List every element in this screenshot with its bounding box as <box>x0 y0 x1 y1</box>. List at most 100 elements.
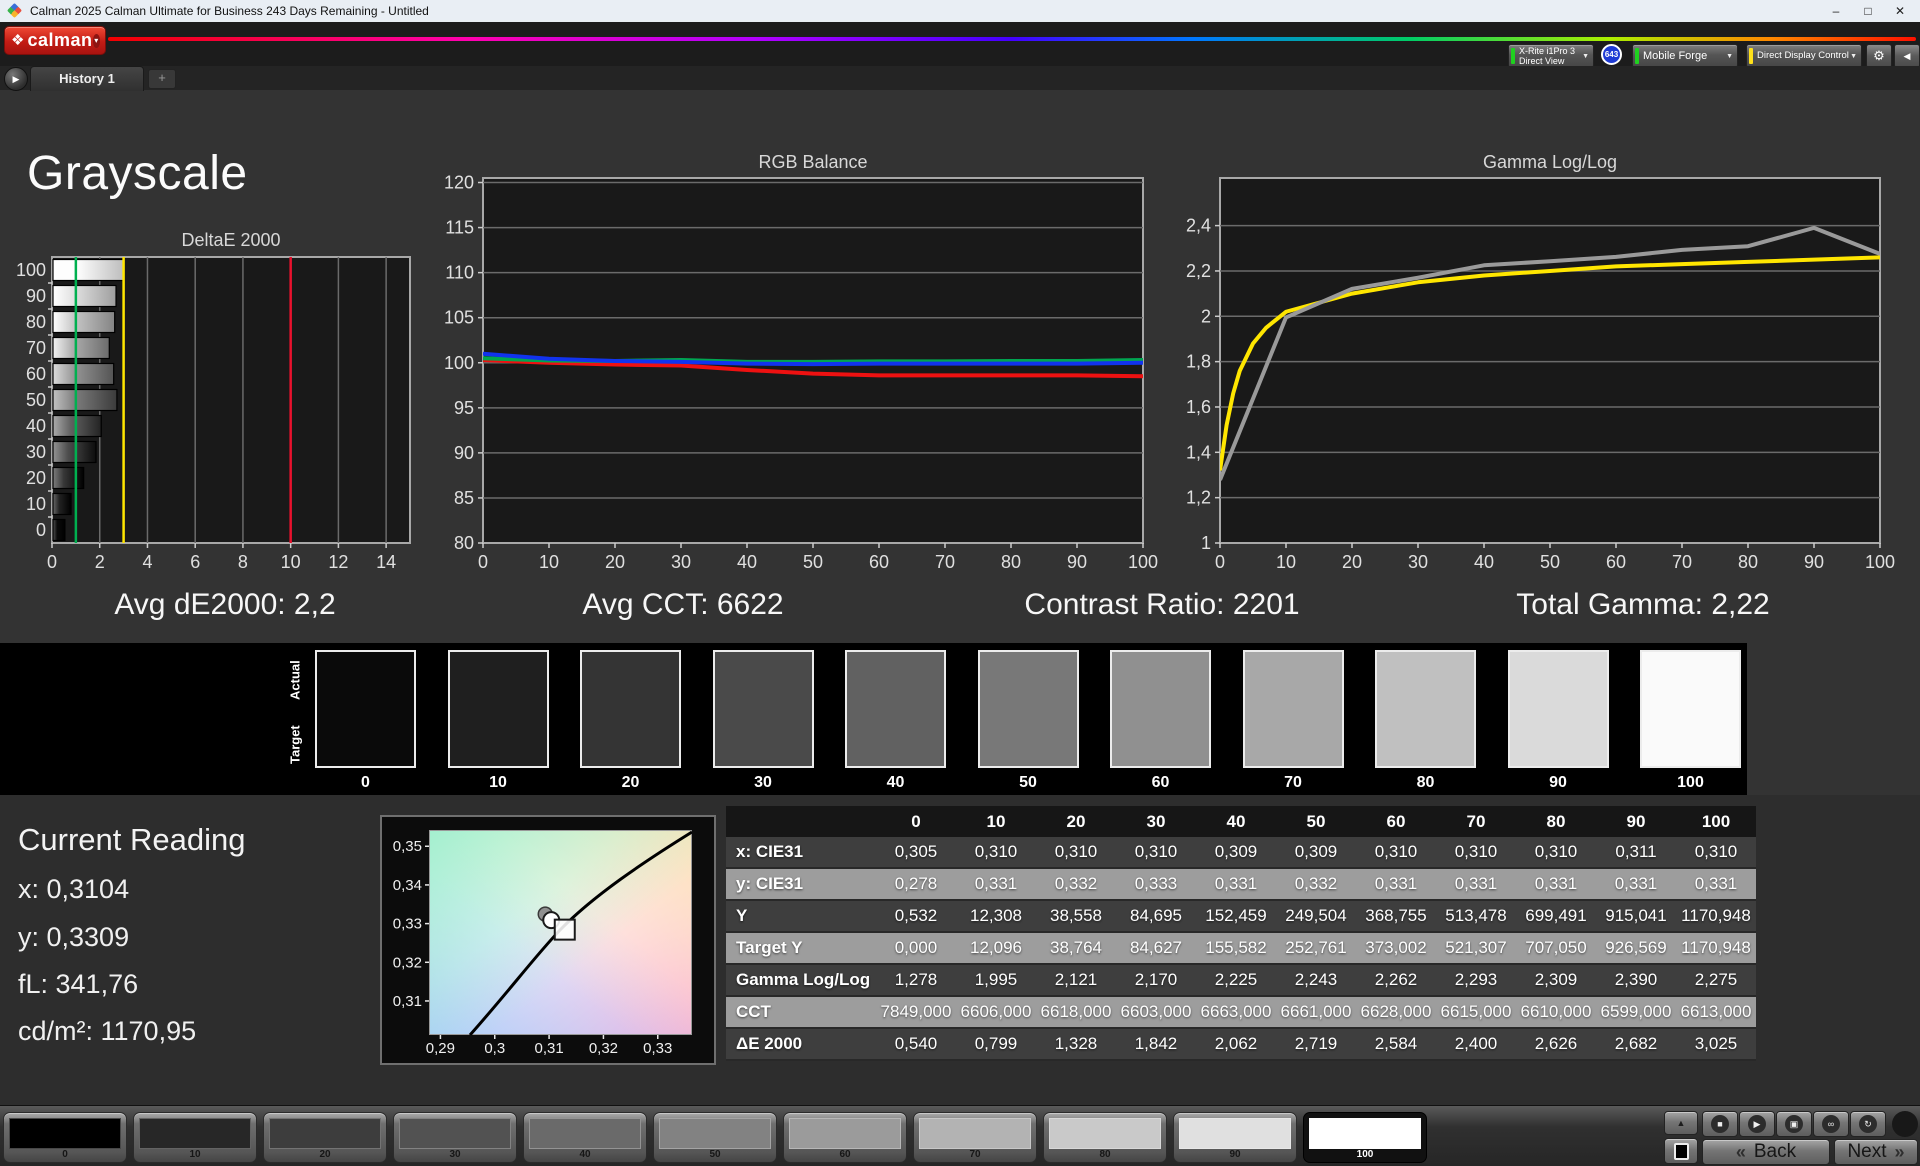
svg-text:95: 95 <box>454 398 474 418</box>
table-header-cell: 60 <box>1356 806 1436 837</box>
table-cell: 0,799 <box>956 1028 1036 1060</box>
minimize-icon[interactable]: – <box>1822 0 1850 22</box>
calman-diamond-icon: ❖ <box>11 28 24 53</box>
swatch-level-label: 100 <box>1638 774 1743 792</box>
table-row: ΔE 20000,5400,7991,3281,8422,0622,7192,5… <box>726 1028 1756 1060</box>
pattern-patch-button-0[interactable]: 0 <box>3 1112 127 1163</box>
svg-text:50: 50 <box>1540 552 1560 572</box>
svg-text:2: 2 <box>1201 306 1211 326</box>
bar-end-cap <box>1892 1111 1918 1137</box>
pattern-options-up-button[interactable]: ▲ <box>1664 1111 1698 1135</box>
settings-button[interactable]: ⚙ <box>1866 44 1892 68</box>
table-cell: 1170,948 <box>1676 932 1756 964</box>
grayscale-swatch-10 <box>448 650 549 768</box>
pattern-patch-button-100[interactable]: 100 <box>1303 1112 1427 1163</box>
table-cell: 0,310 <box>1356 837 1436 868</box>
pattern-patch-button-70[interactable]: 70 <box>913 1112 1037 1163</box>
display-control-select[interactable]: Direct Display Control ▼ <box>1746 44 1862 68</box>
deltae-bar-20 <box>53 468 84 489</box>
table-cell: 6599,000 <box>1596 996 1676 1028</box>
meter-select[interactable]: X-Rite i1Pro 3 Direct View ▼ <box>1508 44 1594 68</box>
calman-app-window: Calman 2025 Calman Ultimate for Business… <box>0 0 1920 1166</box>
grayscale-results-table: 0102030405060708090100x: CIE310,3050,310… <box>726 806 1756 1061</box>
stop-measure-button[interactable]: ■ <box>1702 1111 1738 1137</box>
table-cell: 0,331 <box>956 868 1036 900</box>
table-cell: 0,310 <box>1436 837 1516 868</box>
table-cell: 0,331 <box>1596 868 1676 900</box>
table-row-label: y: CIE31 <box>726 868 876 900</box>
close-icon[interactable]: ✕ <box>1886 0 1914 22</box>
swatch-level-label: 0 <box>313 774 418 792</box>
add-tab-button[interactable]: + <box>148 69 176 89</box>
patch-level-label: 70 <box>914 1149 1036 1160</box>
next-button[interactable]: Next » <box>1834 1139 1918 1165</box>
table-cell: 1,328 <box>1036 1028 1116 1060</box>
table-row-label: CCT <box>726 996 876 1028</box>
refresh-read-button[interactable]: ↻ <box>1850 1111 1886 1137</box>
svg-text:85: 85 <box>454 488 474 508</box>
svg-text:70: 70 <box>26 338 46 358</box>
table-cell: 152,459 <box>1196 900 1276 932</box>
chevron-double-right-icon: » <box>1895 1142 1905 1163</box>
svg-text:20: 20 <box>26 468 46 488</box>
calman-menu-button[interactable]: ❖ calman ▾ <box>4 26 106 55</box>
continuous-read-button[interactable]: ∞ <box>1813 1111 1849 1137</box>
stat-avg-de2000: Avg dE2000: 2,2 <box>25 585 425 625</box>
svg-text:10: 10 <box>539 552 559 572</box>
table-cell: 2,682 <box>1596 1028 1676 1060</box>
grayscale-swatch-100 <box>1640 650 1741 768</box>
table-row: x: CIE310,3050,3100,3100,3100,3090,3090,… <box>726 837 1756 868</box>
current-reading-cdm2: cd/m²: 1170,95 <box>18 1016 196 1047</box>
up-arrow-icon: ▲ <box>1677 1118 1686 1128</box>
pattern-patch-button-50[interactable]: 50 <box>653 1112 777 1163</box>
pattern-patch-button-10[interactable]: 10 <box>133 1112 257 1163</box>
back-button-label: Back <box>1754 1141 1796 1163</box>
pattern-patch-button-80[interactable]: 80 <box>1043 1112 1167 1163</box>
svg-text:0: 0 <box>36 520 46 540</box>
pattern-patch-button-60[interactable]: 60 <box>783 1112 907 1163</box>
svg-text:RGB Balance: RGB Balance <box>758 152 867 172</box>
pattern-patch-button-90[interactable]: 90 <box>1173 1112 1297 1163</box>
read-series-button[interactable]: ▣ <box>1776 1111 1812 1137</box>
table-cell: 0,305 <box>876 837 956 868</box>
table-row-label: Target Y <box>726 932 876 964</box>
display-control-name: Direct Display Control <box>1757 51 1849 61</box>
patch-level-label: 100 <box>1304 1149 1426 1160</box>
svg-text:0,34: 0,34 <box>393 877 422 894</box>
table-cell: 0,310 <box>1676 837 1756 868</box>
maximize-icon[interactable]: □ <box>1854 0 1882 22</box>
pattern-window-toggle-button[interactable] <box>1664 1138 1698 1164</box>
pattern-patch-button-40[interactable]: 40 <box>523 1112 647 1163</box>
pattern-window-icon: ▣ <box>1790 1119 1799 1130</box>
svg-text:90: 90 <box>1804 552 1824 572</box>
current-reading-y: y: 0,3309 <box>18 922 129 953</box>
table-cell: 2,584 <box>1356 1028 1436 1060</box>
back-button[interactable]: « Back <box>1702 1139 1830 1165</box>
pattern-patch-button-30[interactable]: 30 <box>393 1112 517 1163</box>
svg-text:12: 12 <box>328 552 348 572</box>
svg-text:20: 20 <box>1342 552 1362 572</box>
patch-level-label: 50 <box>654 1149 776 1160</box>
table-cell: 513,478 <box>1436 900 1516 932</box>
source-select[interactable]: Mobile Forge ▼ <box>1632 44 1738 68</box>
table-cell: 6615,000 <box>1436 996 1516 1028</box>
tab-history-1[interactable]: History 1 <box>30 66 144 91</box>
table-cell: 0,331 <box>1516 868 1596 900</box>
collapse-panel-button[interactable]: ◀ <box>1894 44 1920 68</box>
grayscale-swatch-40 <box>845 650 946 768</box>
grayscale-swatch-20 <box>580 650 681 768</box>
svg-text:1,6: 1,6 <box>1186 397 1211 417</box>
patch-level-label: 20 <box>264 1149 386 1160</box>
table-cell: 0,309 <box>1276 837 1356 868</box>
tab-scroll-button[interactable]: ▶ <box>4 67 28 91</box>
table-cell: 521,307 <box>1436 932 1516 964</box>
swatch-level-label: 90 <box>1506 774 1611 792</box>
read-once-button[interactable]: ▶ <box>1739 1111 1775 1137</box>
svg-text:90: 90 <box>26 286 46 306</box>
meter-name: X-Rite i1Pro 3 <box>1519 46 1575 56</box>
pattern-patch-button-20[interactable]: 20 <box>263 1112 387 1163</box>
table-header-cell: 100 <box>1676 806 1756 837</box>
deltae-bar-30 <box>53 442 96 463</box>
current-reading-x: x: 0,3104 <box>18 874 129 905</box>
deltae-2000-chart: 100908070605040302010002468101214DeltaE … <box>0 228 440 580</box>
